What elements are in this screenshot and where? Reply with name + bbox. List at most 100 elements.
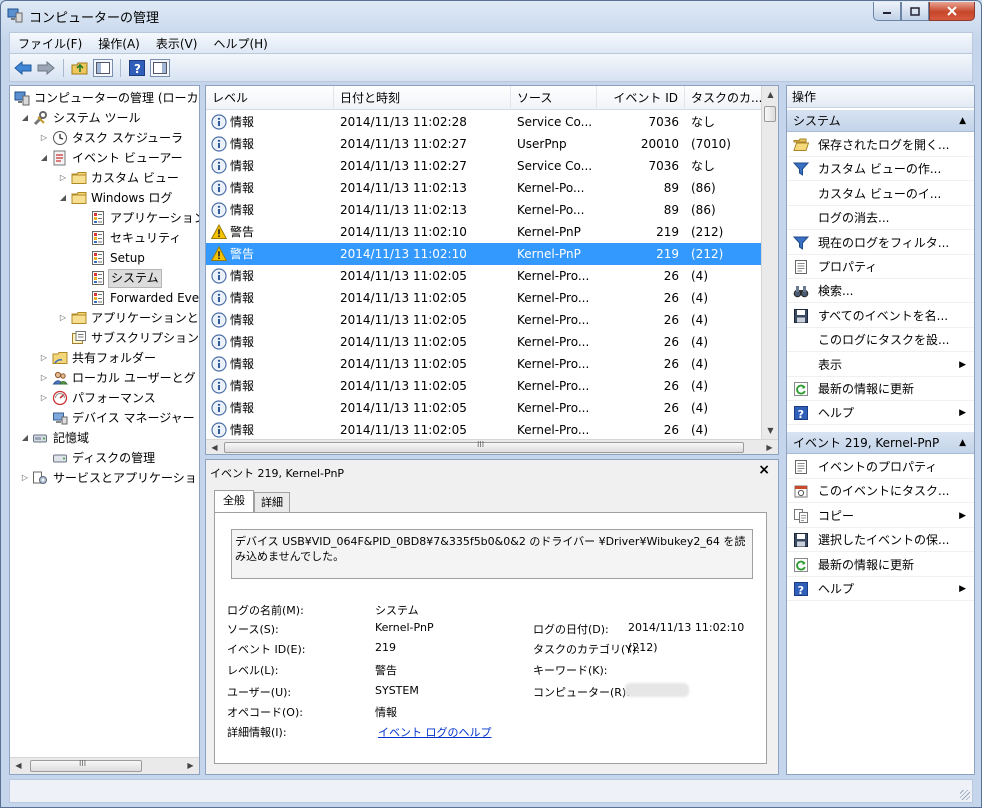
action-item[interactable]: 現在のログをフィルタ... xyxy=(787,231,974,255)
scrollbar-thumb[interactable]: III xyxy=(30,759,142,772)
back-button[interactable] xyxy=(12,57,34,79)
table-row[interactable]: 情報 2014/11/13 11:02:05 Kernel-Pro... 26 (4) xyxy=(206,331,762,353)
tree-item[interactable]: コンピューターの管理 (ローカ xyxy=(10,88,199,108)
table-row[interactable]: 情報 2014/11/13 11:02:05 Kernel-Pro... 26 (4) xyxy=(206,287,762,309)
tree-item[interactable]: Forwarded Eve xyxy=(10,288,199,308)
scroll-down-icon[interactable]: ▼ xyxy=(762,422,778,439)
action-item[interactable]: ? ヘルプ ▶ xyxy=(787,401,974,426)
action-item[interactable]: カスタム ビューのイ... xyxy=(787,182,974,206)
table-row[interactable]: 情報 2014/11/13 11:02:27 Service Co... 7036 なし xyxy=(206,155,762,177)
scrollbar-thumb[interactable] xyxy=(764,106,776,122)
scroll-right-icon[interactable]: ▶ xyxy=(182,758,199,774)
close-button[interactable] xyxy=(929,2,975,21)
column-header-event-id[interactable]: イベント ID xyxy=(597,86,685,110)
maximize-button[interactable] xyxy=(901,2,929,21)
tree-horizontal-scrollbar[interactable]: ◀ III ▶ xyxy=(10,757,199,774)
scroll-right-icon[interactable]: ▶ xyxy=(761,440,778,454)
menu-help[interactable]: ヘルプ(H) xyxy=(205,35,275,52)
tree-item[interactable]: ディスクの管理 xyxy=(10,448,199,468)
table-row[interactable]: 情報 2014/11/13 11:02:05 Kernel-Pro... 26 (4) xyxy=(206,265,762,287)
expanded-arrow-icon[interactable]: ◢ xyxy=(39,148,49,168)
collapsed-arrow-icon[interactable]: ▷ xyxy=(39,128,49,148)
action-item[interactable]: イベントのプロパティ xyxy=(787,455,974,479)
table-row[interactable]: 情報 2014/11/13 11:02:27 UserPnp 20010 (7010) xyxy=(206,133,762,155)
action-item[interactable]: コピー ▶ xyxy=(787,504,974,528)
tree-item[interactable]: ▷ カスタム ビュー xyxy=(10,168,199,188)
scrollbar-thumb[interactable]: III xyxy=(224,440,744,453)
column-header-source[interactable]: ソース xyxy=(511,86,597,110)
collapse-up-icon[interactable]: ▲ xyxy=(959,432,966,454)
resize-grip-icon[interactable] xyxy=(960,790,970,800)
table-row[interactable]: 情報 2014/11/13 11:02:05 Kernel-Pro... 26 (4) xyxy=(206,397,762,419)
detail-close-icon[interactable]: × xyxy=(758,462,770,478)
event-log-help-link[interactable]: イベント ログのヘルプ xyxy=(378,724,492,740)
action-item[interactable]: ログの消去... xyxy=(787,206,974,231)
table-row[interactable]: 情報 2014/11/13 11:02:28 Service Co... 7036 なし xyxy=(206,111,762,133)
tree-item[interactable]: アプリケーション xyxy=(10,208,199,228)
up-one-level-button[interactable] xyxy=(69,57,91,79)
tree-item[interactable]: ◢ システム ツール xyxy=(10,108,199,128)
tree-item[interactable]: ▷ サービスとアプリケーショ xyxy=(10,468,199,488)
tree-item[interactable]: Setup xyxy=(10,248,199,268)
expanded-arrow-icon[interactable]: ◢ xyxy=(20,428,30,448)
scroll-up-icon[interactable]: ▲ xyxy=(762,86,778,103)
action-item[interactable]: 表示 ▶ xyxy=(787,353,974,377)
table-row[interactable]: 情報 2014/11/13 11:02:05 Kernel-Pro... 26 (4) xyxy=(206,353,762,375)
show-hide-action-pane-button[interactable] xyxy=(149,57,171,79)
collapsed-arrow-icon[interactable]: ▷ xyxy=(39,348,49,368)
action-item[interactable]: 保存されたログを開く... xyxy=(787,133,974,157)
table-row[interactable]: 情報 2014/11/13 11:02:13 Kernel-Po... 89 (86) xyxy=(206,199,762,221)
action-item[interactable]: すべてのイベントを名... xyxy=(787,304,974,328)
tree-item[interactable]: ◢ 記憶域 xyxy=(10,428,199,448)
actions-section-event[interactable]: イベント 219, Kernel-PnP ▲ xyxy=(787,432,974,454)
forward-button[interactable] xyxy=(35,57,57,79)
tree-item[interactable]: ▷ 共有フォルダー xyxy=(10,348,199,368)
event-description[interactable]: デバイス USB¥VID_064F&PID_0BD8¥7&335f5b0&0&2… xyxy=(231,529,753,579)
list-horizontal-scrollbar[interactable]: ◀ III ▶ xyxy=(206,439,778,454)
collapse-up-icon[interactable]: ▲ xyxy=(959,110,966,132)
list-vertical-scrollbar[interactable]: ▲ ▼ xyxy=(761,86,778,439)
table-row[interactable]: 情報 2014/11/13 11:02:13 Kernel-Po... 89 (86) xyxy=(206,177,762,199)
collapsed-arrow-icon[interactable]: ▷ xyxy=(39,388,49,408)
action-item[interactable]: 最新の情報に更新 xyxy=(787,377,974,401)
tree-item[interactable]: サブスクリプション xyxy=(10,328,199,348)
help-button[interactable]: ? xyxy=(126,57,148,79)
tab-details[interactable]: 詳細 xyxy=(254,492,290,512)
tree-item[interactable]: ▷ ローカル ユーザーとグ xyxy=(10,368,199,388)
expanded-arrow-icon[interactable]: ◢ xyxy=(58,188,68,208)
collapsed-arrow-icon[interactable]: ▷ xyxy=(58,168,68,188)
action-item[interactable]: このイベントにタスク... xyxy=(787,479,974,504)
collapsed-arrow-icon[interactable]: ▷ xyxy=(58,308,68,328)
table-row[interactable]: 情報 2014/11/13 11:02:05 Kernel-Pro... 26 (4) xyxy=(206,309,762,331)
collapsed-arrow-icon[interactable]: ▷ xyxy=(20,468,30,488)
column-header-level[interactable]: レベル xyxy=(206,86,334,110)
tree-item[interactable]: ▷ アプリケーションと xyxy=(10,308,199,328)
column-header-datetime[interactable]: 日付と時刻 xyxy=(334,86,511,110)
tree-item[interactable]: ▷ パフォーマンス xyxy=(10,388,199,408)
action-item[interactable]: ? ヘルプ ▶ xyxy=(787,577,974,601)
tab-general[interactable]: 全般 xyxy=(214,490,254,513)
action-item[interactable]: 最新の情報に更新 xyxy=(787,553,974,577)
table-row[interactable]: 情報 2014/11/13 11:02:05 Kernel-Pro... 26 (4) xyxy=(206,375,762,397)
tree-item[interactable]: システム xyxy=(10,268,199,288)
menu-file[interactable]: ファイル(F) xyxy=(10,35,90,52)
action-item[interactable]: 検索... xyxy=(787,279,974,304)
action-item[interactable]: 選択したイベントの保... xyxy=(787,528,974,553)
scroll-left-icon[interactable]: ◀ xyxy=(10,758,27,774)
scroll-left-icon[interactable]: ◀ xyxy=(206,440,223,454)
table-row[interactable]: 警告 2014/11/13 11:02:10 Kernel-PnP 219 (212) xyxy=(206,243,762,265)
tree-item[interactable]: ◢ Windows ログ xyxy=(10,188,199,208)
table-row[interactable]: 情報 2014/11/13 11:02:05 Kernel-Pro... 26 (4) xyxy=(206,419,762,441)
actions-section-system[interactable]: システム ▲ xyxy=(787,110,974,132)
expanded-arrow-icon[interactable]: ◢ xyxy=(20,108,30,128)
menu-action[interactable]: 操作(A) xyxy=(90,35,148,52)
minimize-button[interactable] xyxy=(873,2,901,21)
action-item[interactable]: カスタム ビューの作... xyxy=(787,157,974,182)
tree-item[interactable]: ▷ タスク スケジューラ xyxy=(10,128,199,148)
action-item[interactable]: プロパティ xyxy=(787,255,974,279)
action-item[interactable]: このログにタスクを設... xyxy=(787,328,974,353)
collapsed-arrow-icon[interactable]: ▷ xyxy=(39,368,49,388)
table-row[interactable]: 警告 2014/11/13 11:02:10 Kernel-PnP 219 (212) xyxy=(206,221,762,243)
tree-item[interactable]: デバイス マネージャー xyxy=(10,408,199,428)
tree-item[interactable]: ◢ イベント ビューアー xyxy=(10,148,199,168)
